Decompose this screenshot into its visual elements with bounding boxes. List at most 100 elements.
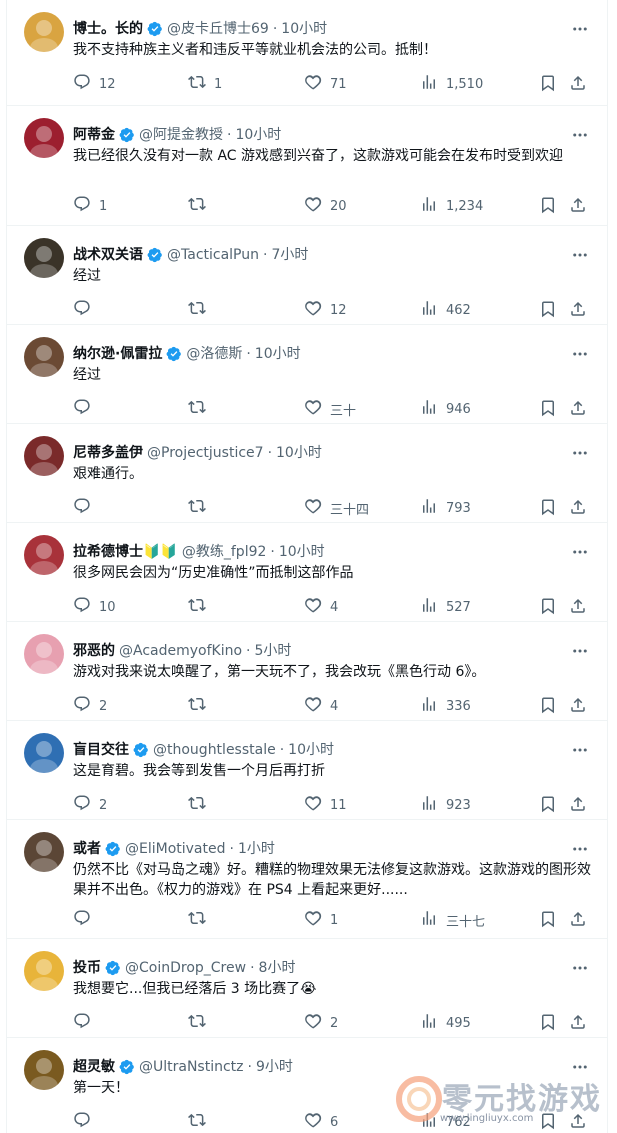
views-button[interactable]: 495 xyxy=(420,1012,471,1034)
reply-button[interactable] xyxy=(73,1012,99,1034)
avatar[interactable] xyxy=(24,238,64,278)
bookmark-icon[interactable] xyxy=(539,196,557,214)
user-handle[interactable]: @皮卡丘博士69 xyxy=(167,19,269,39)
tweet[interactable]: 阿蒂金 @阿提金教授 · 10小时 我已经很久没有对一款 AC 游戏感到兴奋了，… xyxy=(7,106,607,226)
bookmark-icon[interactable] xyxy=(539,74,557,92)
display-name[interactable]: 博士。长的 xyxy=(73,19,143,39)
views-button[interactable]: 三十七 xyxy=(420,909,485,931)
timestamp[interactable]: 10小时 xyxy=(276,443,322,463)
more-icon[interactable] xyxy=(571,126,589,144)
more-icon[interactable] xyxy=(571,345,589,363)
share-icon[interactable] xyxy=(569,597,587,615)
reply-button[interactable] xyxy=(73,1111,99,1133)
like-button[interactable]: 三十 xyxy=(304,398,356,420)
avatar[interactable] xyxy=(24,535,64,575)
retweet-button[interactable] xyxy=(188,1012,214,1034)
share-icon[interactable] xyxy=(569,696,587,714)
reply-button[interactable] xyxy=(73,398,99,420)
reply-button[interactable] xyxy=(73,909,99,931)
display-name[interactable]: 纳尔逊·佩雷拉 xyxy=(73,344,162,364)
timestamp[interactable]: 5小时 xyxy=(255,641,292,661)
display-name[interactable]: 或者 xyxy=(73,839,101,859)
user-handle[interactable]: @教练_fpl92 xyxy=(182,542,267,562)
like-button[interactable]: 71 xyxy=(304,73,347,95)
bookmark-icon[interactable] xyxy=(539,597,557,615)
avatar[interactable] xyxy=(24,436,64,476)
retweet-button[interactable] xyxy=(188,497,214,519)
views-button[interactable]: 527 xyxy=(420,596,471,618)
more-icon[interactable] xyxy=(571,246,589,264)
views-button[interactable]: 336 xyxy=(420,695,471,717)
views-button[interactable]: 793 xyxy=(420,497,471,519)
like-button[interactable]: 1 xyxy=(304,909,338,931)
more-icon[interactable] xyxy=(571,20,589,38)
user-handle[interactable]: @thoughtlesstale xyxy=(153,740,276,760)
display-name[interactable]: 投币 xyxy=(73,958,101,978)
bookmark-icon[interactable] xyxy=(539,399,557,417)
timestamp[interactable]: 10小时 xyxy=(288,740,334,760)
bookmark-icon[interactable] xyxy=(539,795,557,813)
retweet-button[interactable] xyxy=(188,596,214,618)
tweet[interactable]: 博士。长的 @皮卡丘博士69 · 10小时 我不支持种族主义者和违反平等就业机会… xyxy=(7,0,607,106)
user-handle[interactable]: @TacticalPun xyxy=(167,245,259,265)
tweet[interactable]: 邪恶的 @AcademyofKino · 5小时 游戏对我来说太唤醒了，第一天玩… xyxy=(7,622,607,721)
views-button[interactable]: 923 xyxy=(420,794,471,816)
reply-button[interactable] xyxy=(73,299,99,321)
reply-button[interactable]: 2 xyxy=(73,794,107,816)
avatar[interactable] xyxy=(24,337,64,377)
tweet[interactable]: 纳尔逊·佩雷拉 @洛德斯 · 10小时 经过 三十 946 xyxy=(7,325,607,424)
display-name[interactable]: 阿蒂金 xyxy=(73,125,115,145)
display-name[interactable]: 尼蒂多盖伊 xyxy=(73,443,143,463)
views-button[interactable]: 1,234 xyxy=(420,195,483,217)
timestamp[interactable]: 10小时 xyxy=(279,542,325,562)
tweet[interactable]: 拉希德博士🔰🔰 @教练_fpl92 · 10小时 很多网民会因为“历史准确性”而… xyxy=(7,523,607,622)
avatar[interactable] xyxy=(24,634,64,674)
more-icon[interactable] xyxy=(571,959,589,977)
user-handle[interactable]: @EliMotivated xyxy=(125,839,226,859)
timestamp[interactable]: 10小时 xyxy=(255,344,301,364)
retweet-button[interactable] xyxy=(188,1111,214,1133)
user-handle[interactable]: @Projectjustice7 xyxy=(147,443,264,463)
display-name[interactable]: 超灵敏 xyxy=(73,1057,115,1077)
timestamp[interactable]: 7小时 xyxy=(271,245,308,265)
reply-button[interactable]: 1 xyxy=(73,195,107,217)
display-name[interactable]: 拉希德博士🔰🔰 xyxy=(73,542,178,562)
timestamp[interactable]: 8小时 xyxy=(259,958,296,978)
bookmark-icon[interactable] xyxy=(539,300,557,318)
more-icon[interactable] xyxy=(571,741,589,759)
share-icon[interactable] xyxy=(569,795,587,813)
display-name[interactable]: 战术双关语 xyxy=(73,245,143,265)
user-handle[interactable]: @AcademyofKino xyxy=(119,641,242,661)
tweet[interactable]: 投币 @CoinDrop_Crew · 8小时 我想要它...但我已经落后 3 … xyxy=(7,939,607,1038)
more-icon[interactable] xyxy=(571,840,589,858)
tweet[interactable]: 或者 @EliMotivated · 1小时 仍然不比《对马岛之魂》好。糟糕的物… xyxy=(7,820,607,939)
like-button[interactable]: 4 xyxy=(304,695,338,717)
tweet[interactable]: 战术双关语 @TacticalPun · 7小时 经过 12 462 xyxy=(7,226,607,325)
bookmark-icon[interactable] xyxy=(539,1013,557,1031)
share-icon[interactable] xyxy=(569,196,587,214)
retweet-button[interactable] xyxy=(188,398,214,420)
more-icon[interactable] xyxy=(571,642,589,660)
display-name[interactable]: 邪恶的 xyxy=(73,641,115,661)
timestamp[interactable]: 10小时 xyxy=(235,125,281,145)
like-button[interactable]: 4 xyxy=(304,596,338,618)
bookmark-icon[interactable] xyxy=(539,498,557,516)
more-icon[interactable] xyxy=(571,444,589,462)
share-icon[interactable] xyxy=(569,300,587,318)
like-button[interactable]: 11 xyxy=(304,794,347,816)
share-icon[interactable] xyxy=(569,399,587,417)
avatar[interactable] xyxy=(24,951,64,991)
reply-button[interactable] xyxy=(73,497,99,519)
views-button[interactable]: 1,510 xyxy=(420,73,483,95)
retweet-button[interactable] xyxy=(188,695,214,717)
tweet[interactable]: 尼蒂多盖伊 @Projectjustice7 · 10小时 艰难通行。 三十四 xyxy=(7,424,607,523)
views-button[interactable]: 946 xyxy=(420,398,471,420)
avatar[interactable] xyxy=(24,733,64,773)
bookmark-icon[interactable] xyxy=(539,696,557,714)
avatar[interactable] xyxy=(24,1050,64,1090)
reply-button[interactable]: 10 xyxy=(73,596,116,618)
share-icon[interactable] xyxy=(569,74,587,92)
retweet-button[interactable] xyxy=(188,195,214,217)
more-icon[interactable] xyxy=(571,543,589,561)
timestamp[interactable]: 1小时 xyxy=(238,839,275,859)
